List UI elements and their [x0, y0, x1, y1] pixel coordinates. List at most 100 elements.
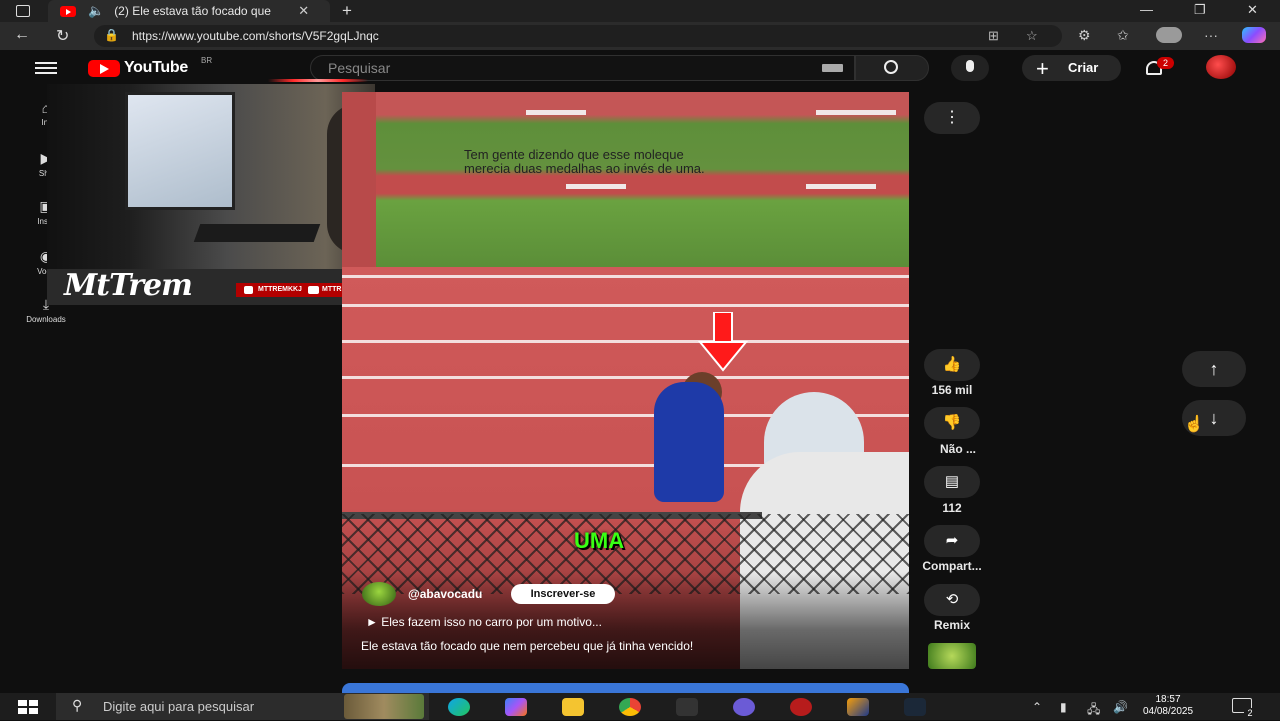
- create-button[interactable]: + Criar: [1022, 55, 1121, 81]
- webcam-monitor: [125, 92, 235, 210]
- track-marking: [816, 110, 896, 115]
- file-explorer-icon[interactable]: [562, 698, 584, 716]
- menu-icon[interactable]: [35, 62, 57, 74]
- chrome-icon[interactable]: [619, 698, 641, 716]
- more-options-button[interactable]: ⋮: [924, 102, 980, 134]
- back-icon[interactable]: ←: [14, 26, 30, 44]
- edge-icon[interactable]: [448, 698, 470, 716]
- usb-icon[interactable]: ▮: [1060, 700, 1067, 714]
- like-button[interactable]: 👍: [924, 349, 980, 381]
- discord-icon[interactable]: [733, 698, 755, 716]
- comment-icon: ▤: [944, 473, 960, 490]
- video-caption: Tem gente dizendo que esse moleque merec…: [464, 147, 705, 176]
- clock-time: 18:57: [1155, 694, 1181, 705]
- more-options-icon[interactable]: ···: [1204, 27, 1218, 43]
- copilot-app-icon[interactable]: [505, 698, 527, 716]
- music-link[interactable]: ► Eles fazem isso no carro por um motivo…: [366, 615, 602, 629]
- red-arrow-icon: [698, 312, 748, 372]
- lock-icon: 🔒: [104, 28, 119, 42]
- create-label: Criar: [1068, 60, 1099, 75]
- windows-start-icon[interactable]: [18, 700, 38, 714]
- app-available-icon[interactable]: ⊞: [988, 28, 999, 44]
- dislike-label: Não ...: [939, 442, 976, 456]
- youtube-small-icon: [308, 286, 319, 294]
- url-text: https://www.youtube.com/shorts/V5F2gqLJn…: [132, 29, 379, 43]
- track-marking: [526, 110, 586, 115]
- overlay-light-streak: [268, 79, 368, 82]
- taskbar-search[interactable]: ⚲ Digite aqui para pesquisar: [56, 693, 429, 720]
- network-icon[interactable]: 🖧: [1087, 700, 1100, 721]
- hand-cursor-icon: ☝: [1184, 416, 1204, 433]
- browser-tab-active[interactable]: 🔈 (2) Ele estava tão focado que ✕: [48, 0, 330, 22]
- comment-count: 112: [942, 501, 962, 515]
- sound-thumbnail[interactable]: [928, 643, 976, 669]
- channel-avatar[interactable]: [362, 582, 396, 606]
- mic-icon: [966, 60, 974, 72]
- copilot-icon[interactable]: [1242, 27, 1266, 43]
- maximize-icon[interactable]: ❐: [1194, 2, 1206, 18]
- subscribe-button[interactable]: Inscrever-se: [511, 584, 615, 604]
- social-handle-1: MTTREMKKJ: [258, 286, 302, 293]
- url-field[interactable]: 🔒 https://www.youtube.com/shorts/V5F2gqL…: [94, 25, 1062, 47]
- track-lane-line: [342, 340, 909, 343]
- plus-icon: +: [1036, 56, 1049, 81]
- user-avatar[interactable]: [1206, 55, 1236, 79]
- app-icon-8[interactable]: [847, 698, 869, 716]
- taskbar-clock[interactable]: 18:57 04/08/2025: [1138, 694, 1198, 718]
- music-title: Eles fazem isso no carro por um motivo..…: [381, 615, 602, 629]
- track-marking: [806, 184, 876, 189]
- track-lane-line: [342, 376, 909, 379]
- share-icon: ➦: [945, 532, 959, 549]
- video-overlay-word: UMA: [574, 528, 625, 553]
- video-top-frame: [376, 92, 909, 267]
- voice-search-button[interactable]: [951, 55, 989, 81]
- shorts-video-player[interactable]: Tem gente dizendo que esse moleque merec…: [342, 92, 909, 669]
- keyboard-icon[interactable]: [822, 64, 843, 72]
- obs-icon[interactable]: [790, 698, 812, 716]
- profile-icon[interactable]: [1156, 27, 1182, 43]
- tab-title: (2) Ele estava tão focado que: [114, 4, 271, 18]
- taskbar-search-placeholder: Digite aqui para pesquisar: [103, 699, 255, 714]
- favorites-icon[interactable]: ✩: [1117, 27, 1129, 44]
- steam-icon[interactable]: [904, 698, 926, 716]
- notification-badge: 2: [1157, 57, 1174, 69]
- tray-chevron-icon[interactable]: ⌃: [1032, 700, 1042, 714]
- previous-short-button[interactable]: ↑: [1182, 351, 1246, 387]
- new-tab-icon[interactable]: +: [342, 1, 352, 21]
- webcam-keyboard: [193, 224, 321, 242]
- arrow-down-icon: ↓: [1209, 408, 1219, 428]
- instagram-icon: [244, 286, 253, 294]
- child-runner: [654, 382, 724, 502]
- minimize-icon[interactable]: —: [1140, 2, 1153, 17]
- favorite-star-icon[interactable]: ☆: [1026, 28, 1038, 44]
- share-button[interactable]: ➦: [924, 525, 980, 557]
- webcam-overlay: [47, 84, 375, 269]
- speaker-icon[interactable]: 🔈: [88, 3, 104, 19]
- like-count: 156 mil: [931, 383, 973, 397]
- youtube-favicon-icon: [60, 5, 76, 17]
- search-button[interactable]: [855, 55, 929, 81]
- thumbs-up-icon: 👍: [942, 356, 962, 373]
- app-icon-5[interactable]: [676, 698, 698, 716]
- track-marking: [566, 184, 626, 189]
- dislike-button[interactable]: 👎: [924, 407, 980, 439]
- remix-label: Remix: [933, 618, 971, 632]
- extensions-icon[interactable]: ⚙: [1078, 27, 1091, 44]
- youtube-logo-icon[interactable]: [88, 60, 120, 77]
- volume-icon[interactable]: 🔊: [1113, 700, 1128, 714]
- arrow-up-icon: ↑: [1209, 359, 1219, 379]
- notification-center-badge: 2: [1244, 708, 1256, 718]
- remix-button[interactable]: ⟲: [924, 584, 980, 616]
- video-title[interactable]: Ele estava tão focado que nem percebeu q…: [361, 639, 693, 653]
- track-lane-line: [342, 304, 909, 307]
- youtube-logo-text[interactable]: YouTube: [124, 59, 188, 77]
- taskbar-search-icon: ⚲: [72, 697, 83, 713]
- refresh-icon[interactable]: ↻: [56, 26, 69, 46]
- channel-name[interactable]: @abavocadu: [408, 587, 482, 601]
- sidebar-toggle-icon[interactable]: [16, 5, 30, 17]
- comments-button[interactable]: ▤: [924, 466, 980, 498]
- clock-date: 04/08/2025: [1142, 706, 1194, 717]
- close-window-icon[interactable]: ✕: [1247, 2, 1258, 18]
- search-input[interactable]: Pesquisar: [310, 55, 855, 81]
- tab-close-icon[interactable]: ✕: [298, 3, 309, 19]
